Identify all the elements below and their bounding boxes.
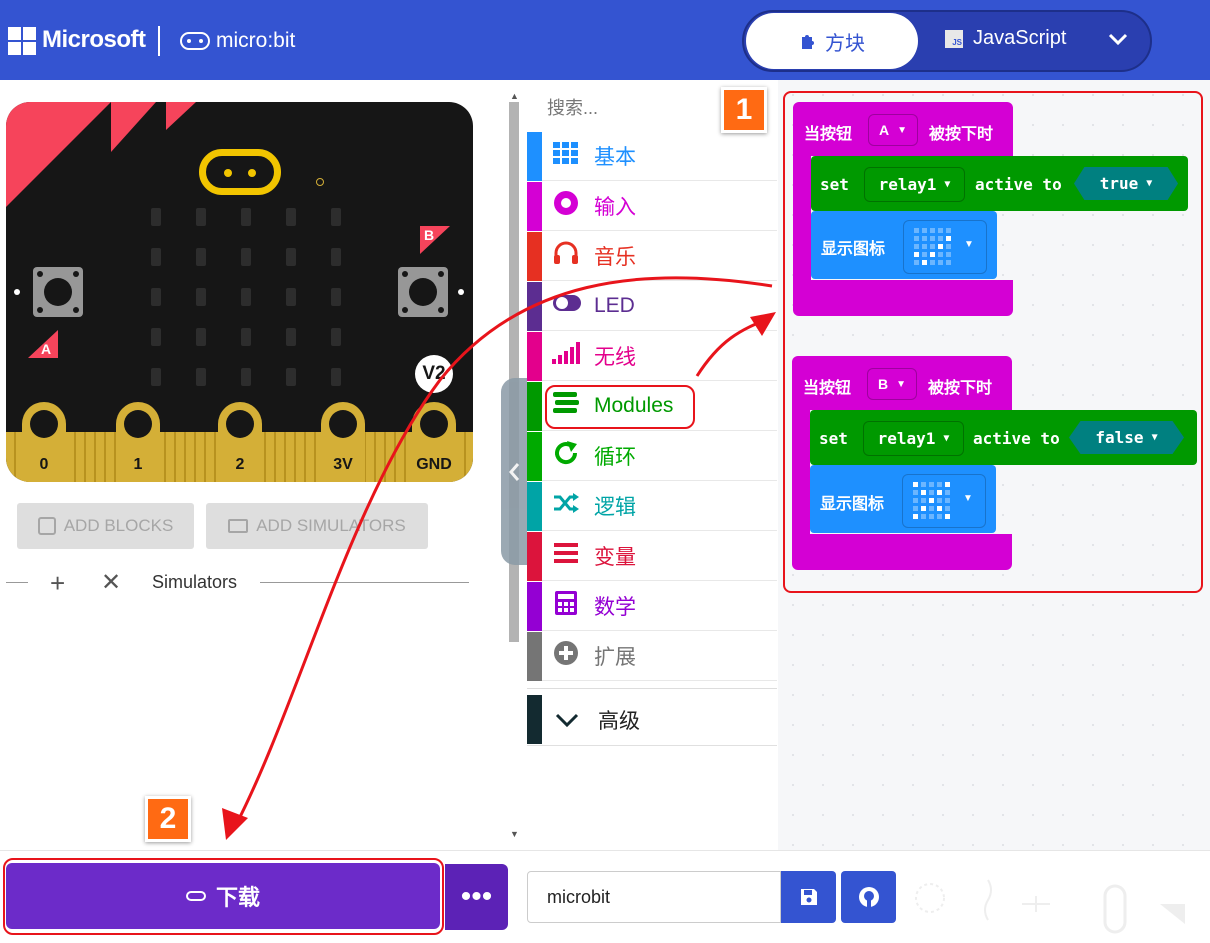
microbit-logo-icon[interactable] <box>199 149 281 195</box>
toolbox-category-4[interactable]: 无线 <box>527 331 777 381</box>
add-icon[interactable]: + <box>50 568 65 599</box>
simulators-tab-label: Simulators <box>152 572 238 592</box>
toolbox-category-0[interactable]: 基本 <box>527 131 777 181</box>
toolbox-category-label: 循环 <box>594 446 636 469</box>
pin-3v[interactable]: 3V <box>321 402 365 482</box>
add-simulators-button[interactable]: ADD SIMULATORS <box>206 503 428 549</box>
tab-javascript[interactable]: JS JavaScript <box>945 27 1066 50</box>
brand-divider <box>158 26 160 56</box>
puzzle-icon <box>802 35 814 49</box>
toolbox-category-8[interactable]: 变量 <box>527 531 777 581</box>
grid-icon <box>552 142 580 170</box>
pin-2[interactable]: 2 <box>218 402 262 482</box>
microbit-brand: micro:bit <box>216 29 296 52</box>
callout-badge-2: 2 <box>145 796 191 842</box>
add-blocks-button[interactable]: ADD BLOCKS <box>17 503 194 549</box>
toolbox-category-label: 数学 <box>594 596 636 619</box>
toolbox-category-label: 逻辑 <box>594 496 636 519</box>
chevron-down-icon[interactable] <box>1108 32 1128 46</box>
github-icon <box>859 887 879 907</box>
toolbox-advanced-label: 高级 <box>598 709 640 733</box>
toolbox-category-label: LED <box>594 294 635 317</box>
toolbox-category-label: 音乐 <box>594 246 636 269</box>
callout-badge-1: 1 <box>721 87 767 133</box>
javascript-icon: JS <box>945 29 963 48</box>
toolbox-category-6[interactable]: 循环 <box>527 431 777 481</box>
toolbox-advanced[interactable]: 高级 <box>527 695 777 744</box>
collapse-simulator-button[interactable] <box>501 378 527 565</box>
toolbox-search-input[interactable]: 搜索... <box>547 94 598 120</box>
toolbox-category-label: 基本 <box>594 146 636 169</box>
toolbox-category-9[interactable]: 数学 <box>527 581 777 631</box>
headphones-icon <box>552 241 580 271</box>
tab-blocks[interactable]: 方块 <box>746 13 918 69</box>
pin-1[interactable]: 1 <box>116 402 160 482</box>
add-blocks-label: ADD BLOCKS <box>63 516 174 535</box>
toolbox-category-3[interactable]: LED <box>527 281 777 331</box>
save-icon <box>801 889 817 905</box>
tab-javascript-label: JavaScript <box>973 27 1067 49</box>
microbit-simulator[interactable]: A B V2 0 1 2 3V GND <box>6 102 473 482</box>
top-header: Microsoft micro:bit 方块 JS JavaScript <box>0 0 1210 80</box>
calculator-icon <box>552 591 580 621</box>
chevron-down-icon <box>555 713 579 727</box>
button-b-label: B <box>424 227 435 243</box>
version-badge: V2 <box>415 355 453 393</box>
shuffle-icon <box>552 492 580 520</box>
led-matrix <box>151 208 341 386</box>
button-a[interactable] <box>33 267 83 317</box>
refresh-icon <box>552 440 580 472</box>
pin-gnd[interactable]: GND <box>412 402 456 482</box>
highlight-modules <box>545 385 695 429</box>
puzzle-icon <box>37 517 56 535</box>
toggle-icon <box>552 293 581 319</box>
decorative-background-icons <box>915 879 1185 934</box>
toolbox-category-label: 无线 <box>594 346 636 369</box>
plus-circle-icon <box>552 640 580 672</box>
tab-blocks-label: 方块 <box>825 32 865 55</box>
microbit-logo-icon <box>180 32 210 50</box>
toolbox-category-label: 扩展 <box>594 646 636 669</box>
microsoft-brand: Microsoft <box>42 26 146 53</box>
toolbox-category-label: 变量 <box>594 546 636 569</box>
mic-indicator-icon <box>316 178 324 186</box>
save-button[interactable] <box>781 871 836 923</box>
pin-0[interactable]: 0 <box>22 402 66 482</box>
circle-dot-icon <box>552 190 580 222</box>
highlight-workspace-blocks <box>783 91 1203 593</box>
toolbox-category-label: 输入 <box>594 196 636 219</box>
toolbox-category-10[interactable]: 扩展 <box>527 631 777 681</box>
highlight-download <box>3 858 444 935</box>
more-options-button[interactable]: ••• <box>445 864 508 930</box>
toolbox-category-2[interactable]: 音乐 <box>527 231 777 281</box>
project-name-input[interactable]: microbit <box>527 871 781 923</box>
list-icon <box>552 542 580 570</box>
corner-decoration <box>6 102 196 207</box>
devices-icon <box>228 519 249 533</box>
microsoft-logo-icon <box>8 27 36 55</box>
github-button[interactable] <box>841 871 896 923</box>
toolbox-category-7[interactable]: 逻辑 <box>527 481 777 531</box>
button-a-label: A <box>41 341 52 357</box>
chevron-left-icon <box>509 463 520 481</box>
close-icon[interactable]: ✕ <box>101 568 121 597</box>
add-simulators-label: ADD SIMULATORS <box>256 516 406 535</box>
button-b[interactable] <box>398 267 448 317</box>
toolbox-category-1[interactable]: 输入 <box>527 181 777 231</box>
signal-bars-icon <box>552 342 580 370</box>
